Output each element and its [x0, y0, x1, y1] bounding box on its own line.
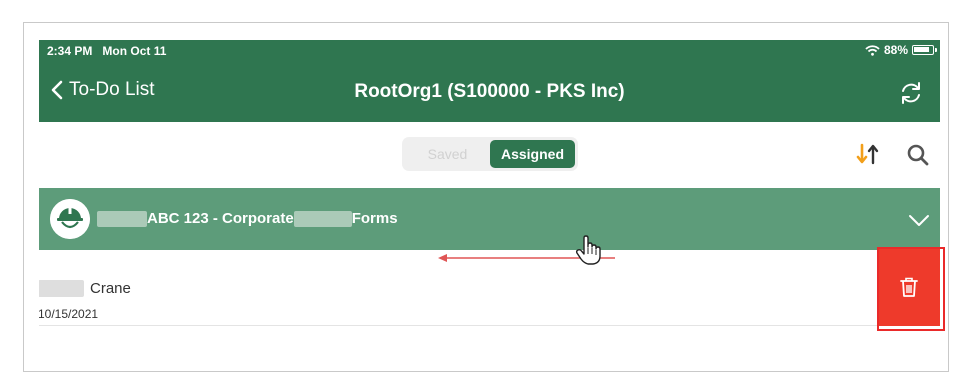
status-bar-datetime: 2:34 PM Mon Oct 11 — [47, 44, 166, 58]
status-date: Mon Oct 11 — [102, 44, 167, 58]
battery-percent: 88% — [883, 43, 908, 57]
list-item-title: Crane — [39, 280, 131, 297]
refresh-icon[interactable] — [898, 80, 924, 106]
filter-toolbar: Saved Assigned — [39, 122, 940, 188]
sort-icon[interactable] — [855, 142, 881, 166]
list-item-name: Crane — [90, 280, 131, 297]
search-icon[interactable] — [906, 143, 930, 167]
hand-cursor-icon — [575, 235, 601, 265]
page-title: RootOrg1 (S100000 - PKS Inc) — [354, 81, 625, 102]
battery-icon — [912, 45, 937, 55]
status-bar-indicators: 88% — [865, 43, 937, 57]
wifi-icon — [865, 44, 880, 56]
tab-saved[interactable]: Saved — [405, 140, 490, 168]
redacted-text — [39, 280, 84, 297]
highlight-annotation — [877, 247, 945, 331]
group-title: ABC 123 - Corporate Forms — [97, 210, 398, 227]
group-title-part2: Forms — [351, 210, 398, 227]
chevron-down-icon[interactable] — [908, 209, 930, 231]
redacted-text — [293, 210, 352, 227]
segmented-control: Saved Assigned — [402, 137, 578, 171]
group-header[interactable]: ABC 123 - Corporate Forms — [39, 188, 940, 250]
list-item-date: 10/15/2021 — [39, 307, 99, 321]
helmet-avatar-icon — [50, 199, 90, 239]
status-time: 2:34 PM — [47, 44, 93, 58]
tab-assigned[interactable]: Assigned — [490, 140, 575, 168]
group-title-part1: ABC 123 - Corporate — [147, 210, 294, 227]
navigation-bar: 2:34 PM Mon Oct 11 88% To-Do List RootOr… — [39, 40, 940, 122]
app-window: 2:34 PM Mon Oct 11 88% To-Do List RootOr… — [39, 40, 940, 360]
redacted-text — [97, 210, 147, 227]
